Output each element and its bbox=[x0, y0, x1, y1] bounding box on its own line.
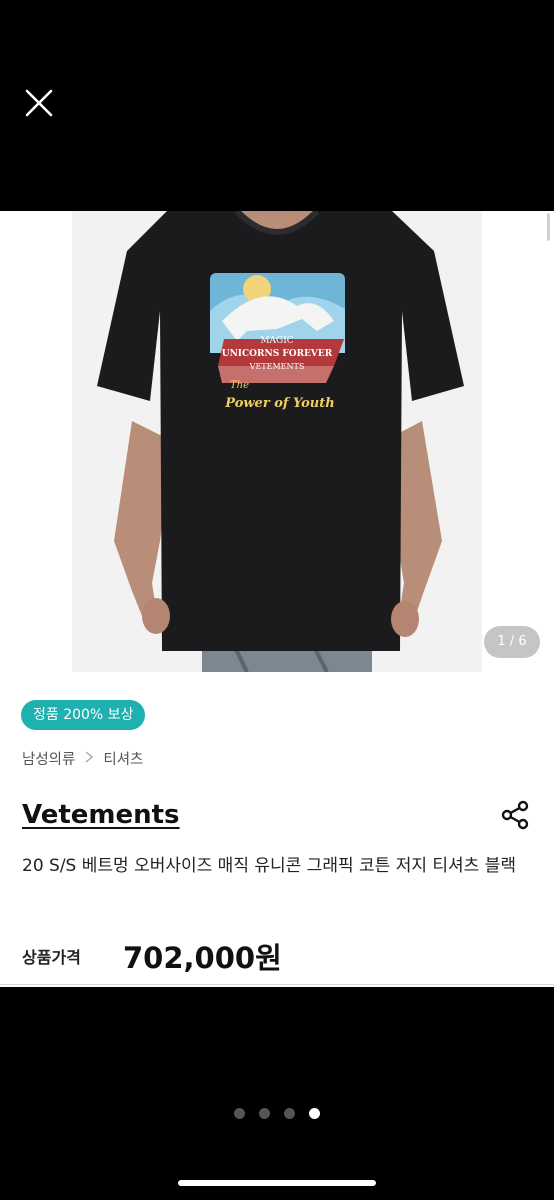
home-indicator[interactable] bbox=[178, 1180, 376, 1186]
page-dot[interactable] bbox=[234, 1108, 245, 1119]
breadcrumb-item-tshirts[interactable]: 티셔츠 bbox=[103, 748, 143, 769]
graphic-text-line2: Power of Youth bbox=[224, 396, 334, 411]
chevron-right-icon bbox=[85, 750, 94, 767]
divider bbox=[0, 984, 554, 985]
product-title: 20 S/S 베트멍 오버사이즈 매직 유니콘 그래픽 코튼 저지 티셔츠 블랙 bbox=[22, 856, 516, 876]
authentic-guarantee-badge: 정품 200% 보상 bbox=[21, 700, 146, 730]
price-value: 702,000원 bbox=[123, 941, 282, 975]
graphic-text-middle: UNICORNS FOREVER bbox=[222, 349, 333, 359]
graphic-text-line1: The bbox=[230, 380, 249, 391]
close-icon bbox=[25, 89, 53, 117]
scrollbar[interactable] bbox=[547, 213, 550, 241]
breadcrumb-item-men-clothing[interactable]: 남성의류 bbox=[22, 748, 75, 769]
page-dot[interactable] bbox=[284, 1108, 295, 1119]
product-image[interactable]: MAGIC UNICORNS FOREVER VETEMENTS The Pow… bbox=[72, 211, 482, 672]
breadcrumb: 남성의류 티셔츠 bbox=[22, 748, 143, 769]
image-counter: 1 / 6 bbox=[484, 626, 540, 658]
tshirt-photo: MAGIC UNICORNS FOREVER VETEMENTS The Pow… bbox=[72, 211, 482, 672]
graphic-text-top: MAGIC bbox=[260, 336, 293, 346]
page-dot[interactable] bbox=[259, 1108, 270, 1119]
product-sheet: MAGIC UNICORNS FOREVER VETEMENTS The Pow… bbox=[0, 211, 554, 987]
top-bar bbox=[0, 0, 554, 211]
brand-link[interactable]: Vetements bbox=[22, 800, 180, 830]
share-icon bbox=[501, 800, 529, 830]
close-button[interactable] bbox=[22, 86, 56, 120]
page-indicator bbox=[0, 1108, 554, 1122]
page-dot-active[interactable] bbox=[309, 1108, 320, 1119]
graphic-text-brand: VETEMENTS bbox=[249, 362, 305, 371]
price-label: 상품가격 bbox=[22, 948, 81, 967]
share-button[interactable] bbox=[500, 800, 530, 830]
